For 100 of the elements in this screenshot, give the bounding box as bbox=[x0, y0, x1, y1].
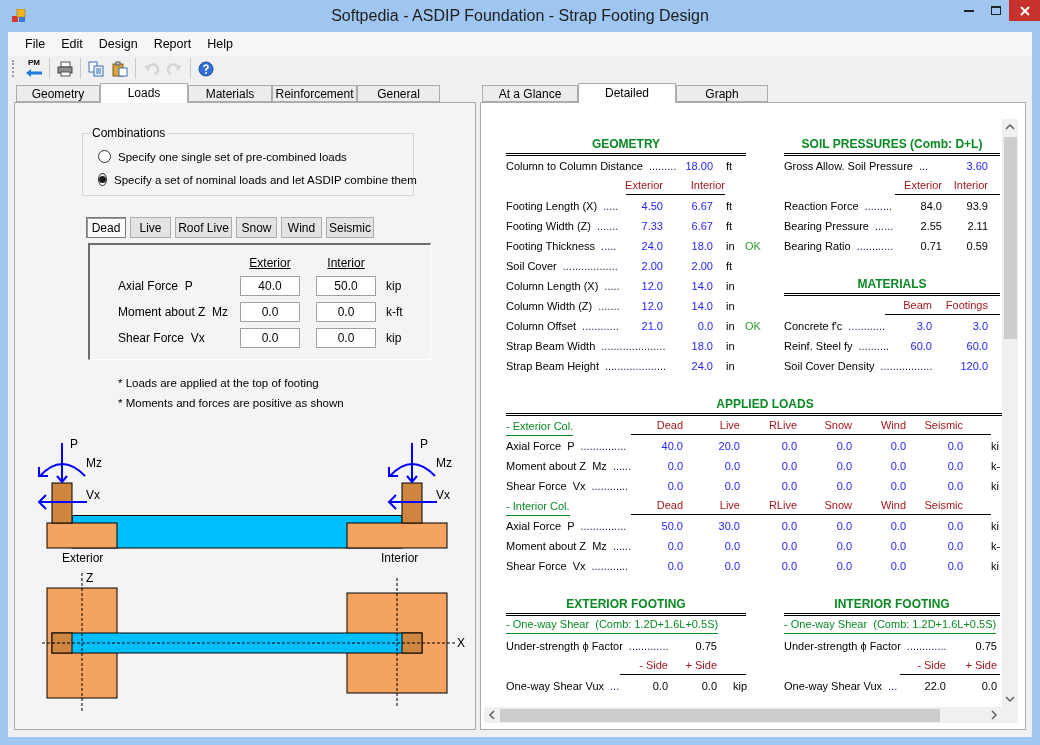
column-header: RLive bbox=[768, 498, 797, 513]
dot-leader: ............. bbox=[906, 639, 947, 654]
tab[interactable]: Materials bbox=[188, 85, 272, 102]
menu-item[interactable]: File bbox=[17, 34, 54, 54]
moment-arrow bbox=[388, 463, 436, 477]
unit-text: k- bbox=[991, 459, 1002, 474]
unit-text: in bbox=[725, 239, 736, 254]
value-text: 0.0 bbox=[697, 319, 713, 334]
value-text: 20.0 bbox=[718, 439, 740, 454]
force-label: Mz bbox=[86, 456, 102, 470]
force-label: Vx bbox=[436, 488, 450, 502]
unit-text: in bbox=[725, 339, 736, 354]
value-text: 0.0 bbox=[724, 539, 740, 554]
dot-leader: ...... bbox=[612, 539, 632, 554]
value-text: 0.0 bbox=[981, 679, 997, 694]
row-label: Strap Beam Width bbox=[506, 339, 596, 354]
section-subtitle[interactable]: - One-way Shear (Comb: 1.2D+1.6L+0.5S) bbox=[784, 616, 997, 634]
maximize-icon bbox=[990, 6, 1001, 15]
load-type-button[interactable]: Wind bbox=[281, 217, 322, 238]
dot-leader: ......... bbox=[864, 199, 893, 214]
row-label: Axial Force P bbox=[506, 439, 575, 454]
value-text: 0.71 bbox=[920, 239, 942, 254]
force-arrow bbox=[56, 442, 68, 484]
dot-leader: ............ bbox=[582, 319, 619, 334]
load-type-button[interactable]: Snow bbox=[236, 217, 277, 238]
menu-item[interactable]: Design bbox=[90, 34, 146, 54]
dot-leader: ..... bbox=[603, 199, 619, 214]
load-type-button[interactable]: Dead bbox=[86, 217, 126, 238]
dot-leader: ............... bbox=[580, 439, 627, 454]
input-field[interactable]: 50.0 bbox=[316, 276, 376, 296]
row-label: Footing Width (Z) bbox=[506, 219, 591, 234]
radio-button[interactable] bbox=[98, 173, 107, 186]
unit-text: ft bbox=[725, 219, 734, 234]
scrollbar-thumb[interactable] bbox=[1003, 137, 1017, 339]
row-label: Reinf. Steel fy bbox=[784, 339, 853, 354]
close-button[interactable] bbox=[1009, 0, 1040, 21]
paste-button[interactable] bbox=[109, 58, 131, 79]
note-text: * Moments and forces are positive as shown bbox=[118, 396, 345, 411]
value-text: 21.0 bbox=[641, 319, 663, 334]
input-field[interactable]: 0.0 bbox=[240, 302, 300, 322]
redo-icon bbox=[167, 60, 183, 77]
value-text: 60.0 bbox=[966, 339, 988, 354]
row-label: Axial Force P bbox=[506, 519, 575, 534]
value-text: 0.0 bbox=[947, 459, 963, 474]
radio-label[interactable]: Specify a set of nominal loads and let ASDIP combine them bbox=[114, 173, 417, 186]
column-header: + Side bbox=[685, 658, 717, 673]
tab[interactable]: Geometry bbox=[16, 85, 100, 102]
vertical-scrollbar[interactable] bbox=[1002, 119, 1018, 707]
value-text: 12.0 bbox=[641, 299, 663, 314]
tab[interactable]: Graph bbox=[676, 85, 768, 102]
row-label: Shear Force Vx bbox=[506, 559, 586, 574]
value-text: 0.0 bbox=[890, 439, 906, 454]
column-header: Exterior bbox=[248, 255, 292, 272]
radio-button[interactable] bbox=[98, 150, 111, 163]
value-text: 6.67 bbox=[691, 219, 713, 234]
close-icon bbox=[1019, 5, 1030, 16]
scrollbar-thumb[interactable] bbox=[500, 708, 940, 722]
radio-label[interactable]: Specify one single set of pre-combined loads bbox=[118, 150, 347, 163]
value-text: 0.0 bbox=[667, 559, 683, 574]
tab[interactable]: Loads bbox=[100, 83, 188, 103]
input-field[interactable]: 0.0 bbox=[240, 328, 300, 348]
menu-item[interactable]: Report bbox=[145, 34, 200, 54]
value-text: 3.60 bbox=[966, 159, 988, 174]
section-heading: MATERIALS bbox=[856, 276, 928, 293]
value-text: 0.0 bbox=[781, 519, 797, 534]
value-text: 0.0 bbox=[836, 519, 852, 534]
tab[interactable]: General bbox=[357, 85, 440, 102]
dot-leader: ............... bbox=[580, 519, 627, 534]
pm-button[interactable]: PM bbox=[23, 58, 45, 79]
tab[interactable]: At a Glance bbox=[482, 85, 578, 102]
tab[interactable]: Reinforcement bbox=[272, 85, 357, 102]
value-text: 2.00 bbox=[691, 259, 713, 274]
dot-leader: ....... bbox=[598, 299, 620, 314]
input-field[interactable]: 40.0 bbox=[240, 276, 300, 296]
print-button[interactable] bbox=[54, 58, 76, 79]
row-label: Moment about Z Mz bbox=[506, 459, 607, 474]
value-text: 2.11 bbox=[967, 219, 988, 234]
dot-leader: ............ bbox=[856, 239, 894, 254]
load-type-button[interactable]: Roof Live bbox=[175, 217, 232, 238]
load-type-button[interactable]: Live bbox=[130, 217, 171, 238]
tab[interactable]: Detailed bbox=[578, 83, 676, 103]
input-field[interactable]: 0.0 bbox=[316, 328, 376, 348]
dot-leader: ... bbox=[610, 679, 620, 694]
unit-text: ki bbox=[991, 559, 1000, 574]
menu-item[interactable]: Help bbox=[199, 34, 241, 54]
group-subtitle: - Interior Col. bbox=[506, 498, 570, 516]
arrow-icon bbox=[25, 69, 43, 77]
check-status: OK bbox=[745, 239, 762, 254]
copy-button[interactable] bbox=[85, 58, 107, 79]
value-text: 18.0 bbox=[691, 239, 713, 254]
help-button[interactable] bbox=[195, 58, 217, 79]
load-type-button[interactable]: Seismic bbox=[326, 217, 374, 238]
dot-leader: ......... bbox=[648, 159, 677, 174]
menu-item[interactable]: Edit bbox=[53, 34, 91, 54]
shear-arrow bbox=[37, 494, 88, 510]
input-field[interactable]: 0.0 bbox=[316, 302, 376, 322]
horizontal-scrollbar[interactable] bbox=[484, 707, 1002, 723]
column-header: Wind bbox=[880, 418, 906, 433]
section-subtitle[interactable]: - One-way Shear (Comb: 1.2D+1.6L+0.5S) bbox=[506, 616, 719, 634]
value-text: 93.9 bbox=[966, 199, 988, 214]
